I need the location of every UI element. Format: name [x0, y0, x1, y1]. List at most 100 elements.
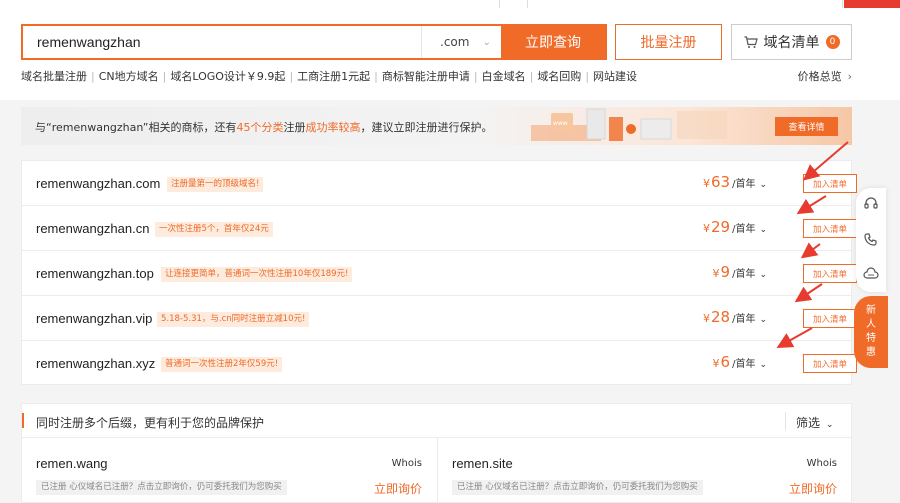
- domain-result-row: remenwangzhan.top 让连接更简单，普通词一次性注册10年仅189…: [22, 251, 857, 296]
- price-selector[interactable]: ¥9/首年 ⌄: [713, 263, 767, 281]
- promo-tag: 普通词一次性注册2年仅59元!: [161, 357, 283, 372]
- whois-link[interactable]: Whois: [807, 458, 837, 469]
- price-selector[interactable]: ¥6/首年 ⌄: [713, 353, 767, 371]
- whois-link[interactable]: Whois: [392, 458, 422, 469]
- divider: [785, 412, 786, 430]
- add-to-list-button[interactable]: 加入清单: [803, 219, 857, 238]
- quick-links: 域名批量注册 | CN地方域名 | 域名LOGO设计￥9.9起 | 工商注册1元起 | …: [21, 68, 637, 84]
- chevron-down-icon: ⌄: [482, 36, 491, 48]
- banner-illustration: www: [531, 108, 727, 141]
- tld-select[interactable]: .com ⌄: [421, 26, 501, 58]
- suffix-card: remen.wang Whois 已注册 心仪域名已注册？点击立即询价，仍可委托…: [22, 438, 436, 503]
- add-to-list-button[interactable]: 加入清单: [803, 174, 857, 193]
- currency-symbol: ¥: [712, 357, 720, 370]
- chevron-down-icon: ⌄: [826, 420, 834, 430]
- chevron-down-icon: ⌄: [759, 225, 767, 235]
- bulk-register-button[interactable]: 批量注册: [615, 24, 722, 60]
- inquiry-link[interactable]: 立即询价: [789, 480, 837, 497]
- banner-text-mid: 注册: [283, 121, 306, 134]
- price-value: 63: [710, 173, 731, 191]
- add-to-list-button[interactable]: 加入清单: [803, 354, 857, 373]
- quicklink-bulk-register[interactable]: 域名批量注册: [21, 68, 87, 84]
- chevron-right-icon: ›: [847, 70, 852, 83]
- price-unit: /首年: [732, 359, 756, 370]
- promo-tag: 注册量第一的顶级域名!: [167, 177, 264, 192]
- promo-tag: 一次性注册5个，首年仅24元: [155, 222, 273, 237]
- chevron-down-icon: ⌄: [759, 180, 767, 190]
- quicklink-business-register[interactable]: 工商注册1元起: [297, 68, 370, 84]
- banner-highlight-categories: 45个分类: [236, 121, 284, 134]
- divider: |: [529, 69, 534, 83]
- divider: |: [91, 69, 95, 83]
- chevron-down-icon: ⌄: [759, 270, 767, 280]
- add-to-list-button[interactable]: 加入清单: [803, 264, 857, 283]
- price-value: 29: [710, 218, 731, 236]
- divider: |: [374, 69, 378, 83]
- trademark-banner: 与“remenwangzhan”相关的商标，还有45个分类注册成功率较高，建议立…: [21, 107, 852, 145]
- top-strip-segment: [528, 0, 843, 8]
- price-unit: /首年: [732, 314, 756, 325]
- domain-name: remenwangzhan.vip: [36, 311, 153, 326]
- top-strip-red-tab[interactable]: [844, 0, 900, 8]
- domain-cart-button[interactable]: 域名清单 0: [731, 24, 852, 60]
- domain-name: remen.site: [452, 456, 513, 471]
- price-unit: /首年: [732, 179, 756, 190]
- domain-name: remenwangzhan.xyz: [36, 356, 156, 371]
- domain-name: remenwangzhan.cn: [36, 221, 150, 236]
- top-strip-segment: [0, 0, 500, 8]
- price-value: 28: [710, 308, 731, 326]
- cloud-chat-icon[interactable]: [863, 266, 879, 282]
- headset-icon[interactable]: [863, 196, 879, 212]
- domain-search-input[interactable]: [23, 26, 421, 58]
- filter-dropdown[interactable]: 筛选 ⌄: [796, 414, 834, 431]
- inquiry-link[interactable]: 立即询价: [374, 480, 422, 497]
- registered-note: 已注册 心仪域名已注册？点击立即询价，仍可委托我们为您购买: [36, 480, 287, 495]
- promo-char: 惠: [866, 347, 876, 358]
- price-selector[interactable]: ¥63/首年 ⌄: [703, 173, 767, 191]
- top-strip-segment: [500, 0, 528, 8]
- quicklink-platinum-domain[interactable]: 白金域名: [482, 68, 526, 84]
- domain-name: remenwangzhan.top: [36, 266, 154, 281]
- cart-label: 域名清单: [763, 35, 820, 51]
- divider: |: [162, 69, 167, 83]
- search-button[interactable]: 立即查询: [501, 26, 605, 58]
- add-to-list-button[interactable]: 加入清单: [803, 309, 857, 328]
- cart-icon: [744, 35, 758, 49]
- new-user-promo-tab[interactable]: 新 人 特 惠: [854, 296, 888, 368]
- domain-name: remen.wang: [36, 456, 108, 471]
- price-overview-link[interactable]: 价格总览 ›: [798, 68, 852, 84]
- multi-suffix-section: 同时注册多个后缀，更有利于您的品牌保护 筛选 ⌄ remen.wang Whois…: [21, 403, 852, 503]
- registered-note: 已注册 心仪域名已注册？点击立即询价，仍可委托我们为您购买: [452, 480, 703, 495]
- quicklink-trademark[interactable]: 商标智能注册申请: [382, 68, 470, 84]
- domain-result-row: remenwangzhan.xyz 普通词一次性注册2年仅59元! ¥6/首年 ⌄…: [22, 341, 857, 386]
- currency-symbol: ¥: [702, 222, 710, 235]
- price-selector[interactable]: ¥28/首年 ⌄: [703, 308, 767, 326]
- quicklink-website-build[interactable]: 网站建设: [593, 68, 637, 84]
- chevron-down-icon: ⌄: [759, 360, 767, 370]
- promo-char: 人: [866, 319, 876, 330]
- banner-text-post: ，建议立即注册进行保护。: [360, 121, 493, 134]
- phone-icon[interactable]: [863, 232, 879, 248]
- divider: |: [585, 69, 590, 83]
- top-strip: [0, 0, 900, 8]
- currency-symbol: ¥: [702, 177, 710, 190]
- domain-result-row: remenwangzhan.com 注册量第一的顶级域名! ¥63/首年 ⌄ 加入…: [22, 161, 857, 206]
- search-header: .com ⌄ 立即查询 批量注册 域名清单 0 域名批量注册| CN地方域名| …: [0, 8, 900, 100]
- domain-result-row: remenwangzhan.cn 一次性注册5个，首年仅24元 ¥29/首年 ⌄ …: [22, 206, 857, 251]
- svg-text:www: www: [553, 120, 568, 127]
- search-box: .com ⌄ 立即查询: [21, 24, 607, 60]
- quicklink-domain-buyback[interactable]: 域名回购: [537, 68, 581, 84]
- divider: |: [473, 69, 478, 83]
- price-unit: /首年: [732, 269, 756, 280]
- promo-tag: 5.18-5.31，与.cn同时注册立减10元!: [157, 312, 310, 327]
- view-details-button[interactable]: 查看详情: [775, 117, 838, 136]
- price-unit: /首年: [732, 224, 756, 235]
- price-value: 6: [720, 353, 731, 371]
- currency-symbol: ¥: [702, 312, 710, 325]
- price-overview-label: 价格总览: [797, 70, 842, 83]
- price-selector[interactable]: ¥29/首年 ⌄: [703, 218, 767, 236]
- currency-symbol: ¥: [712, 267, 720, 280]
- floating-sidebar: [856, 188, 886, 292]
- quicklink-logo-design[interactable]: 域名LOGO设计￥9.9起: [170, 68, 285, 84]
- quicklink-cn-local[interactable]: CN地方域名: [99, 68, 159, 84]
